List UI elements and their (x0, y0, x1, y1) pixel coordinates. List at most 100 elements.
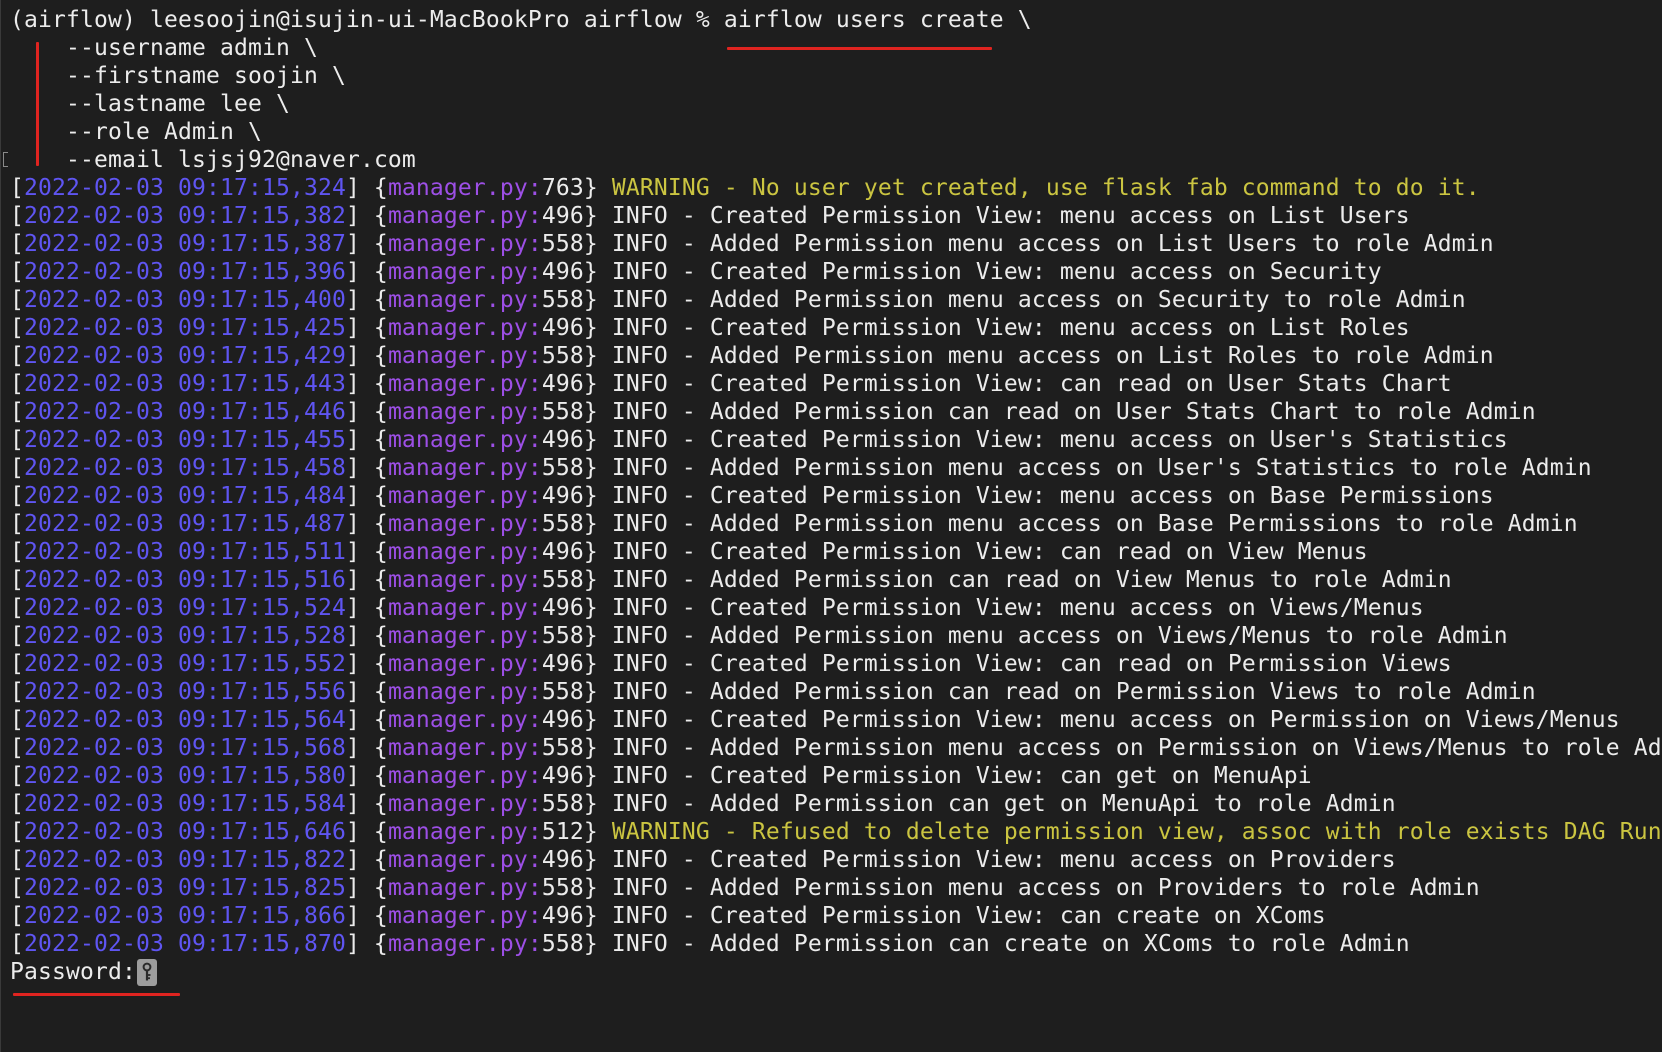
log-line: [ 2022-02-03 09:17:15,484 ] { manager.py… (10, 482, 1662, 510)
log-timestamp: 2022-02-03 09:17:15,484 (24, 483, 346, 509)
log-level: INFO (611, 595, 668, 621)
log-message: Created Permission View: menu access on … (709, 707, 1620, 733)
log-level: INFO (611, 231, 668, 257)
log-open-bracket: [ (10, 763, 24, 789)
log-dash-separator: - (709, 175, 752, 201)
terminal-window[interactable]: (airflow) leesoojin@isujin-ui-MacBookPro… (0, 0, 1662, 1052)
log-level: WARNING (611, 175, 710, 201)
log-source-lineno: 496 (541, 847, 584, 873)
log-dash-separator: - (667, 931, 710, 957)
log-line: [ 2022-02-03 09:17:15,528 ] { manager.py… (10, 622, 1662, 650)
log-timestamp: 2022-02-03 09:17:15,446 (24, 399, 346, 425)
log-source-lineno: 558 (541, 511, 584, 537)
log-close-brace: } (583, 315, 612, 341)
log-source-lineno: 558 (541, 931, 584, 957)
log-source-file: manager.py: (387, 455, 542, 481)
log-timestamp: 2022-02-03 09:17:15,324 (24, 175, 346, 201)
log-timestamp: 2022-02-03 09:17:15,584 (24, 791, 346, 817)
log-bracket-separator: ] { (345, 483, 388, 509)
log-source-lineno: 496 (541, 259, 584, 285)
log-source-lineno: 496 (541, 707, 584, 733)
log-level: INFO (611, 343, 668, 369)
log-close-brace: } (583, 287, 612, 313)
log-bracket-separator: ] { (345, 175, 388, 201)
log-dash-separator: - (667, 679, 710, 705)
log-close-brace: } (583, 791, 612, 817)
log-bracket-separator: ] { (345, 931, 388, 957)
log-level: INFO (611, 707, 668, 733)
log-open-bracket: [ (10, 623, 24, 649)
log-open-bracket: [ (10, 735, 24, 761)
log-source-lineno: 763 (541, 175, 584, 201)
log-message: Added Permission can read on View Menus … (709, 567, 1452, 593)
log-message: Created Permission View: menu access on … (709, 483, 1494, 509)
log-line: [ 2022-02-03 09:17:15,446 ] { manager.py… (10, 398, 1662, 426)
log-line: [ 2022-02-03 09:17:15,568 ] { manager.py… (10, 734, 1662, 762)
log-close-brace: } (583, 343, 612, 369)
log-timestamp: 2022-02-03 09:17:15,528 (24, 623, 346, 649)
log-source-file: manager.py: (387, 231, 542, 257)
log-bracket-separator: ] { (345, 315, 388, 341)
log-bracket-separator: ] { (345, 203, 388, 229)
log-message: Created Permission View: can read on Vie… (709, 539, 1368, 565)
log-message: Added Permission can create on XComs to … (709, 931, 1410, 957)
log-dash-separator: - (667, 287, 710, 313)
log-dash-separator: - (667, 791, 710, 817)
log-dash-separator: - (667, 735, 710, 761)
log-level: INFO (611, 455, 668, 481)
log-close-brace: } (583, 399, 612, 425)
password-input-cursor[interactable] (136, 958, 157, 986)
log-source-file: manager.py: (387, 259, 542, 285)
log-close-brace: } (583, 735, 612, 761)
log-level: INFO (611, 259, 668, 285)
log-timestamp: 2022-02-03 09:17:15,646 (24, 819, 346, 845)
log-level: INFO (611, 483, 668, 509)
log-source-lineno: 496 (541, 763, 584, 789)
log-output: [ 2022-02-03 09:17:15,324 ] { manager.py… (10, 174, 1662, 958)
log-open-bracket: [ (10, 231, 24, 257)
log-message: Created Permission View: menu access on … (709, 315, 1410, 341)
log-message: Added Permission menu access on List Use… (709, 231, 1494, 257)
log-timestamp: 2022-02-03 09:17:15,396 (24, 259, 346, 285)
log-open-bracket: [ (10, 203, 24, 229)
log-source-lineno: 496 (541, 539, 584, 565)
log-line: [ 2022-02-03 09:17:15,646 ] { manager.py… (10, 818, 1662, 846)
log-dash-separator: - (667, 371, 710, 397)
log-source-lineno: 496 (541, 427, 584, 453)
log-dash-separator: - (667, 595, 710, 621)
log-close-brace: } (583, 175, 612, 201)
command-option-line: --lastname lee \ (10, 90, 1662, 118)
log-open-bracket: [ (10, 819, 24, 845)
log-close-brace: } (583, 371, 612, 397)
log-line: [ 2022-02-03 09:17:15,511 ] { manager.py… (10, 538, 1662, 566)
log-close-brace: } (583, 707, 612, 733)
log-message: Created Permission View: can create on X… (709, 903, 1326, 929)
log-close-brace: } (583, 511, 612, 537)
log-level: INFO (611, 623, 668, 649)
log-line: [ 2022-02-03 09:17:15,396 ] { manager.py… (10, 258, 1662, 286)
key-icon (142, 962, 152, 981)
log-timestamp: 2022-02-03 09:17:15,822 (24, 847, 346, 873)
log-close-brace: } (583, 231, 612, 257)
log-source-file: manager.py: (387, 427, 542, 453)
log-dash-separator: - (667, 903, 710, 929)
log-source-lineno: 558 (541, 231, 584, 257)
log-open-bracket: [ (10, 539, 24, 565)
log-close-brace: } (583, 623, 612, 649)
log-level: INFO (611, 791, 668, 817)
log-open-bracket: [ (10, 511, 24, 537)
log-source-file: manager.py: (387, 819, 542, 845)
log-bracket-separator: ] { (345, 399, 388, 425)
log-source-file: manager.py: (387, 651, 542, 677)
log-level: INFO (611, 651, 668, 677)
log-dash-separator: - (667, 427, 710, 453)
log-line: [ 2022-02-03 09:17:15,382 ] { manager.py… (10, 202, 1662, 230)
log-close-brace: } (583, 595, 612, 621)
log-open-bracket: [ (10, 371, 24, 397)
log-bracket-separator: ] { (345, 903, 388, 929)
log-source-file: manager.py: (387, 343, 542, 369)
terminal-mark-bracket (3, 152, 8, 167)
log-open-bracket: [ (10, 679, 24, 705)
log-close-brace: } (583, 819, 612, 845)
log-source-lineno: 496 (541, 483, 584, 509)
